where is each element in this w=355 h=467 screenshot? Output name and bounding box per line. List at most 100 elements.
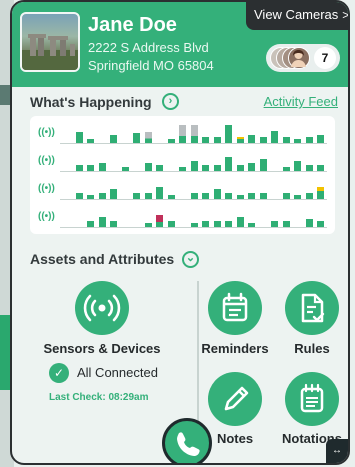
activity-bar	[236, 165, 244, 171]
activity-bar	[133, 133, 140, 143]
activity-chart: ((•)) ((•)) ((•)) ((•))	[30, 116, 335, 234]
activity-bar	[202, 165, 209, 171]
activity-bar	[156, 165, 163, 171]
call-button[interactable]	[162, 418, 212, 463]
activity-bar	[271, 221, 278, 227]
activity-bar	[317, 221, 324, 227]
sensors-devices-label: Sensors & Devices	[43, 341, 161, 356]
activity-feed-link[interactable]: Activity Feed	[264, 94, 338, 109]
activity-baseline	[60, 171, 327, 172]
activity-bar	[179, 167, 186, 171]
activity-bar	[213, 137, 221, 143]
contact-photo[interactable]	[20, 12, 80, 72]
activity-bar	[144, 163, 152, 171]
activity-bar	[98, 193, 106, 199]
household-avatars[interactable]: 7	[266, 44, 340, 72]
activity-bar	[190, 223, 198, 227]
contact-panel: Jane Doe 2222 S Address Blvd Springfield…	[10, 0, 350, 465]
activity-bar	[236, 195, 244, 199]
activity-bar	[259, 137, 267, 143]
activity-row[interactable]: ((•))	[30, 208, 335, 230]
activity-bar	[87, 165, 94, 171]
activity-bar	[202, 193, 209, 199]
reminders-label: Reminders	[201, 341, 269, 356]
whats-happening-title: What's Happening	[30, 94, 152, 110]
activity-bar	[294, 139, 301, 143]
phone-icon	[177, 432, 200, 456]
pencil-icon	[224, 386, 249, 411]
activity-bar	[259, 159, 267, 171]
activity-bar	[75, 165, 83, 171]
activity-bar	[317, 165, 324, 171]
activity-bar	[167, 221, 175, 227]
contact-address-line2: Springfield MO 65804	[88, 58, 214, 73]
activity-bar	[110, 221, 117, 227]
contact-address-line1: 2222 S Address Blvd	[88, 40, 209, 55]
activity-bar	[144, 193, 152, 199]
contact-header: Jane Doe 2222 S Address Blvd Springfield…	[12, 2, 348, 87]
activity-bar	[317, 187, 324, 199]
avatar	[288, 47, 310, 69]
activity-bar	[305, 193, 313, 199]
sensors-devices-button[interactable]	[75, 281, 129, 335]
check-circle-icon: ✓	[49, 363, 69, 383]
activity-bar	[167, 195, 175, 199]
notations-button[interactable]	[285, 372, 339, 426]
activity-bar	[248, 135, 255, 143]
activity-row[interactable]: ((•))	[30, 180, 335, 202]
background-edge-tab	[0, 85, 10, 105]
activity-bar	[225, 157, 232, 171]
contact-name: Jane Doe	[88, 14, 177, 36]
activity-bar	[202, 137, 209, 143]
sensor-icon: ((•))	[38, 127, 55, 138]
activity-bar	[225, 221, 232, 227]
activity-bar	[98, 217, 106, 227]
activity-bar	[110, 135, 117, 143]
activity-bar	[282, 167, 290, 171]
notes-button[interactable]	[208, 372, 262, 426]
activity-bar	[144, 223, 152, 227]
rules-label: Rules	[294, 341, 330, 356]
activity-bar	[282, 221, 290, 227]
activity-bar	[144, 132, 152, 143]
activity-bar	[75, 193, 83, 199]
activity-baseline	[60, 143, 327, 144]
assets-divider	[197, 281, 199, 441]
chevron-down-circle-icon[interactable]: ⌄	[182, 251, 199, 268]
activity-bar	[110, 189, 117, 199]
activity-bar	[179, 125, 186, 143]
activity-baseline	[60, 199, 327, 200]
activity-bar	[202, 221, 209, 227]
activity-bar	[225, 125, 232, 143]
activity-bar	[156, 187, 163, 199]
activity-bar	[236, 217, 244, 227]
chevron-right-circle-icon[interactable]: ›	[162, 93, 179, 110]
activity-bar	[98, 163, 106, 171]
reminders-button[interactable]	[208, 281, 262, 335]
activity-row[interactable]: ((•))	[30, 124, 335, 146]
activity-bar	[167, 139, 175, 143]
activity-bar	[213, 165, 221, 171]
view-cameras-button[interactable]: View Cameras >	[246, 2, 348, 30]
activity-bar	[271, 131, 278, 143]
rules-button[interactable]	[285, 281, 339, 335]
sensor-icon: ((•))	[38, 183, 55, 194]
activity-bar	[317, 135, 324, 143]
document-check-icon	[301, 293, 325, 323]
calendar-icon	[222, 292, 248, 322]
activity-bar	[156, 215, 163, 227]
activity-bar	[305, 165, 313, 171]
view-cameras-label: View Cameras	[254, 7, 339, 22]
activity-bar	[121, 167, 129, 171]
activity-bar	[190, 193, 198, 199]
expand-arrows-icon[interactable]: ↔	[326, 439, 348, 463]
activity-bar	[236, 137, 244, 143]
all-connected-status: All Connected	[77, 365, 158, 380]
activity-bar	[87, 195, 94, 199]
activity-bar	[87, 139, 94, 143]
activity-bar	[133, 193, 140, 199]
activity-bar	[248, 193, 255, 199]
activity-row[interactable]: ((•))	[30, 152, 335, 174]
activity-bar	[248, 223, 255, 227]
last-check-time: Last Check: 08:29am	[49, 392, 149, 403]
